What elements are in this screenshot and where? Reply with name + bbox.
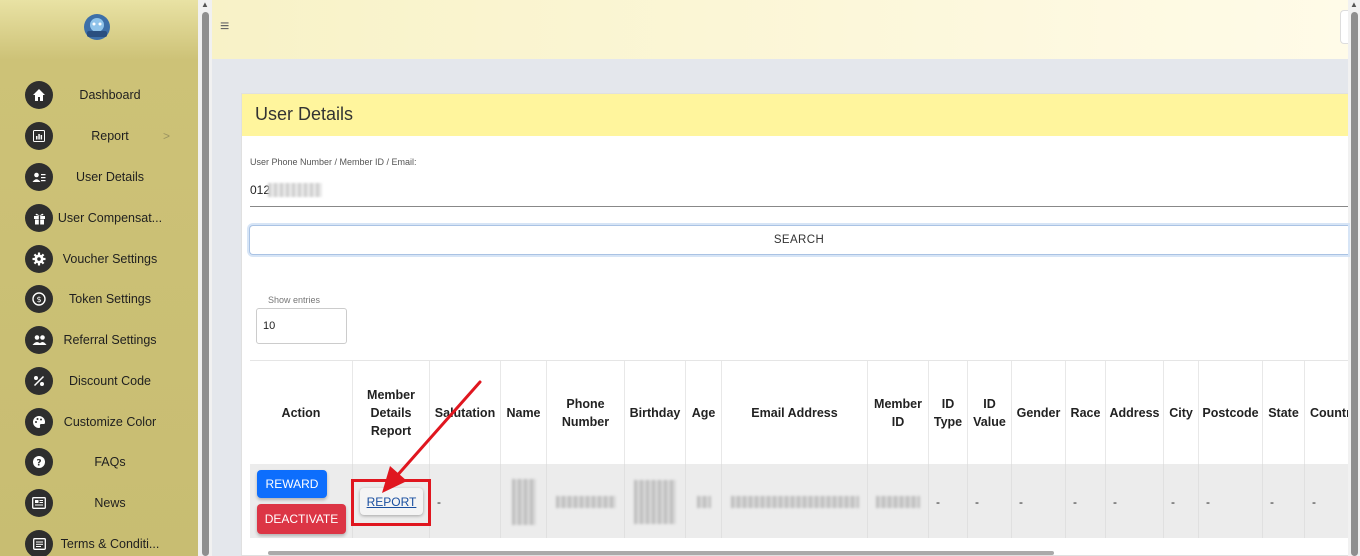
column-header-race: Race bbox=[1066, 361, 1106, 464]
column-header-city: City bbox=[1164, 361, 1199, 464]
sidebar-item-report[interactable]: Report > bbox=[0, 117, 198, 157]
cell-member-id bbox=[868, 464, 929, 538]
column-header-state: State bbox=[1263, 361, 1305, 464]
cell-id-value: - bbox=[968, 464, 1012, 538]
users-icon bbox=[25, 326, 53, 354]
column-header-country: Countr bbox=[1305, 361, 1348, 464]
redacted-text bbox=[634, 479, 676, 524]
redacted-text bbox=[730, 495, 859, 508]
cell-phone bbox=[547, 464, 625, 538]
column-header-name: Name bbox=[501, 361, 547, 464]
column-header-member-id: Member ID bbox=[868, 361, 929, 464]
scroll-up-arrow-icon[interactable]: ▲ bbox=[1350, 0, 1358, 9]
deactivate-button[interactable]: DEACTIVATE bbox=[257, 504, 346, 534]
hamburger-menu-icon[interactable]: ≡ bbox=[220, 18, 229, 36]
palette-icon bbox=[25, 408, 53, 436]
sidebar-item-terms[interactable]: Terms & Conditi... bbox=[0, 525, 198, 556]
sidebar-item-label: Terms & Conditi... bbox=[60, 537, 160, 551]
sidebar-item-discount-code[interactable]: Discount Code bbox=[0, 362, 198, 402]
user-card-icon bbox=[25, 163, 53, 191]
search-button[interactable]: SEARCH bbox=[249, 225, 1348, 255]
sidebar-item-customize-color[interactable]: Customize Color bbox=[0, 403, 198, 443]
sidebar-item-label: User Details bbox=[75, 170, 145, 184]
svg-text:?: ? bbox=[36, 459, 41, 469]
cell-id-type: - bbox=[929, 464, 968, 538]
scroll-up-arrow-icon[interactable]: ▲ bbox=[201, 0, 209, 9]
redacted-text bbox=[268, 183, 322, 197]
column-header-postcode: Postcode bbox=[1199, 361, 1263, 464]
sidebar-scrollbar-thumb[interactable] bbox=[202, 12, 209, 556]
redacted-text bbox=[696, 495, 711, 508]
sidebar-item-referral-settings[interactable]: Referral Settings bbox=[0, 321, 198, 361]
column-header-age: Age bbox=[686, 361, 722, 464]
cell-race: - bbox=[1066, 464, 1106, 538]
redacted-text bbox=[876, 495, 920, 508]
sidebar-item-label: Report bbox=[91, 129, 129, 143]
sidebar-item-token-settings[interactable]: $ Token Settings bbox=[0, 280, 198, 320]
cell-postcode: - bbox=[1199, 464, 1263, 538]
home-icon bbox=[25, 81, 53, 109]
column-header-gender: Gender bbox=[1012, 361, 1066, 464]
column-header-birthday: Birthday bbox=[625, 361, 686, 464]
column-header-email-address: Email Address bbox=[722, 361, 868, 464]
sidebar-item-label: FAQs bbox=[94, 455, 126, 469]
sidebar-item-label: Referral Settings bbox=[63, 333, 157, 347]
column-header-id-type: ID Type bbox=[929, 361, 968, 464]
main-scrollbar-thumb[interactable] bbox=[1351, 12, 1358, 556]
sidebar-item-label: Customize Color bbox=[63, 415, 157, 429]
sidebar-item-user-compensation[interactable]: User Compensat... bbox=[0, 199, 198, 239]
cell-city: - bbox=[1164, 464, 1199, 538]
table-horizontal-scrollbar[interactable] bbox=[268, 551, 1054, 555]
cell-country: - bbox=[1305, 464, 1348, 538]
percent-icon bbox=[25, 367, 53, 395]
column-header-action: Action bbox=[250, 361, 353, 464]
sidebar-item-dashboard[interactable]: Dashboard bbox=[0, 76, 198, 116]
annotation-arrow-icon bbox=[382, 380, 482, 493]
coin-icon: $ bbox=[25, 285, 53, 313]
search-input-underline bbox=[250, 206, 1348, 207]
gear-icon bbox=[25, 245, 53, 273]
sidebar-item-news[interactable]: News bbox=[0, 484, 198, 524]
gift-icon bbox=[25, 204, 53, 232]
question-icon: ? bbox=[25, 448, 53, 476]
newspaper-icon bbox=[25, 489, 53, 517]
brand-logo bbox=[84, 14, 110, 40]
reward-button[interactable]: REWARD bbox=[257, 470, 327, 498]
redacted-text bbox=[511, 478, 536, 525]
sidebar-item-user-details[interactable]: User Details bbox=[0, 158, 198, 198]
sidebar-item-voucher-settings[interactable]: Voucher Settings bbox=[0, 240, 198, 280]
sidebar-item-label: User Compensat... bbox=[57, 211, 163, 225]
search-field-label: User Phone Number / Member ID / Email: bbox=[250, 157, 417, 167]
column-header-phone-number: Phone Number bbox=[547, 361, 625, 464]
cell-address: - bbox=[1106, 464, 1164, 538]
document-icon bbox=[25, 530, 53, 556]
top-bar bbox=[212, 0, 1348, 59]
show-entries-label: Show entries bbox=[268, 295, 321, 305]
sidebar-item-label: Discount Code bbox=[69, 374, 151, 388]
show-entries-input[interactable]: 10 bbox=[256, 308, 347, 344]
sidebar-item-faqs[interactable]: ? FAQs bbox=[0, 443, 198, 483]
sidebar-item-label: Dashboard bbox=[79, 88, 141, 102]
sidebar-item-label: Voucher Settings bbox=[62, 252, 158, 266]
cell-name bbox=[501, 464, 547, 538]
page-title: User Details bbox=[255, 104, 354, 124]
cell-birthday bbox=[625, 464, 686, 538]
sidebar-item-label: News bbox=[94, 496, 126, 510]
column-header-address: Address bbox=[1106, 361, 1164, 464]
chart-icon bbox=[25, 122, 53, 150]
sidebar-item-label: Token Settings bbox=[69, 292, 151, 306]
redacted-text bbox=[555, 495, 616, 508]
sidebar: Dashboard Report > User Details User Com… bbox=[0, 0, 198, 556]
chevron-right-icon: > bbox=[163, 129, 171, 143]
cell-gender: - bbox=[1012, 464, 1066, 538]
cell-age bbox=[686, 464, 722, 538]
column-header-id-value: ID Value bbox=[968, 361, 1012, 464]
svg-text:$: $ bbox=[36, 295, 41, 304]
card-header: User Details bbox=[242, 94, 1348, 136]
cell-state: - bbox=[1263, 464, 1305, 538]
cell-email bbox=[722, 464, 868, 538]
